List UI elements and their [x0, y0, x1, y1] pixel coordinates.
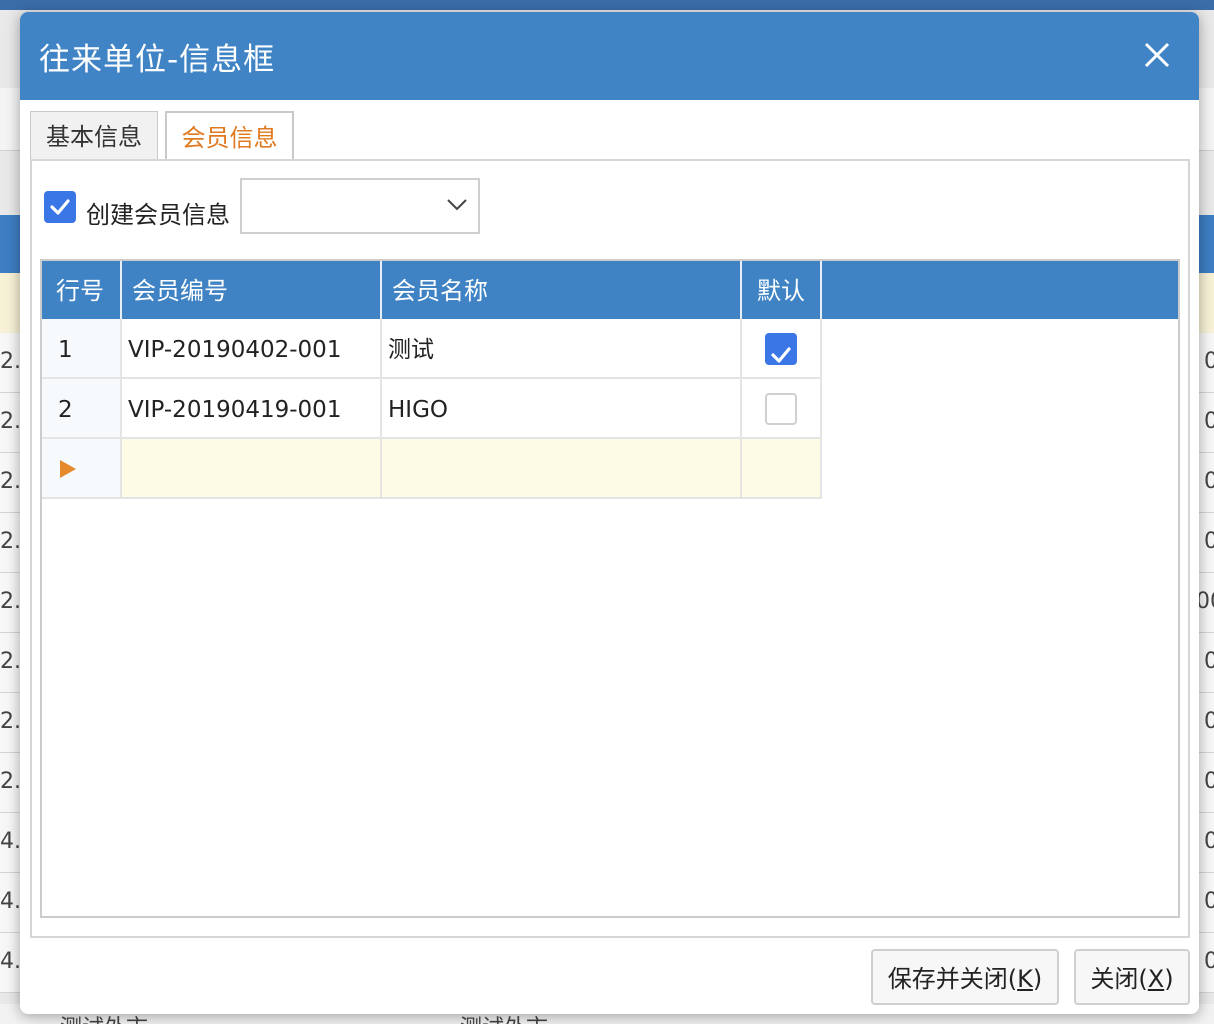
column-header-row-no[interactable]: 行号: [42, 261, 122, 319]
background-cell: 2.: [0, 469, 21, 494]
partner-info-dialog: 往来单位-信息框 基本信息 会员信息 创建会员信息 行号 会员编号 会员名称 默…: [20, 12, 1199, 1014]
member-no-cell[interactable]: [122, 439, 382, 499]
save-and-close-shortcut: K: [1017, 965, 1033, 993]
background-cell: 0: [1204, 529, 1214, 554]
background-cell: 4.: [0, 829, 21, 854]
background-cell: 2.: [0, 529, 21, 554]
member-grid: 行号 会员编号 会员名称 默认 1 VIP-20190402-001 测试 2 …: [40, 259, 1180, 918]
save-and-close-label-end: ): [1032, 965, 1043, 993]
create-member-label: 创建会员信息: [86, 201, 230, 229]
background-cell: 0: [1204, 649, 1214, 674]
table-row[interactable]: 2 VIP-20190419-001 HIGO: [42, 379, 822, 439]
new-row[interactable]: [42, 439, 822, 499]
member-info-panel: 创建会员信息 行号 会员编号 会员名称 默认 1 VIP-20190402-00…: [30, 159, 1190, 938]
member-no-cell[interactable]: VIP-20190402-001: [122, 319, 382, 379]
dialog-title: 往来单位-信息框: [39, 42, 276, 78]
close-label: 关闭(: [1090, 965, 1148, 993]
background-cell: 2.: [0, 589, 21, 614]
background-cell: 0: [1204, 769, 1214, 794]
column-header-member-name[interactable]: 会员名称: [382, 261, 742, 319]
default-cell: [742, 319, 822, 379]
background-cell: 2.: [0, 349, 21, 374]
grid-header: 行号 会员编号 会员名称 默认: [42, 261, 1178, 319]
background-cell: 0: [1204, 409, 1214, 434]
background-cell: 0: [1204, 709, 1214, 734]
background-cell: 2.: [0, 649, 21, 674]
row-number-cell: 1: [42, 319, 122, 379]
member-name-cell[interactable]: HIGO: [382, 379, 742, 439]
background-cell: 0: [1204, 949, 1214, 974]
save-and-close-button[interactable]: 保存并关闭(K): [871, 949, 1059, 1005]
background-cell: 0: [1204, 889, 1214, 914]
background-cell: 0: [1204, 349, 1214, 374]
default-checkbox[interactable]: [765, 333, 797, 365]
column-header-default[interactable]: 默认: [742, 261, 822, 319]
default-cell: [742, 379, 822, 439]
member-name-cell[interactable]: [382, 439, 742, 499]
background-cell: 0: [1204, 829, 1214, 854]
background-cell: 4.: [0, 889, 21, 914]
default-cell[interactable]: [742, 439, 822, 499]
close-icon[interactable]: [1140, 38, 1174, 72]
close-shortcut: X: [1147, 965, 1165, 993]
background-cell: 2.: [0, 409, 21, 434]
current-row-arrow-icon: [60, 460, 76, 478]
row-indicator-cell: [42, 439, 122, 499]
background-cell: 0: [1204, 469, 1214, 494]
member-type-select[interactable]: [240, 178, 480, 234]
background-cell: 2.: [0, 709, 21, 734]
default-checkbox[interactable]: [765, 393, 797, 425]
save-and-close-label: 保存并关闭(: [887, 965, 1018, 993]
checkmark-icon: [771, 347, 791, 363]
table-row[interactable]: 1 VIP-20190402-001 测试: [42, 319, 822, 379]
row-number-cell: 2: [42, 379, 122, 439]
column-header-member-no[interactable]: 会员编号: [122, 261, 382, 319]
close-button[interactable]: 关闭(X): [1074, 949, 1190, 1005]
create-member-checkbox[interactable]: [44, 191, 76, 223]
chevron-down-icon: [447, 199, 467, 211]
checkmark-icon: [50, 199, 70, 215]
close-label-end: ): [1164, 965, 1174, 993]
tab-basic-info[interactable]: 基本信息: [30, 111, 158, 160]
tab-member-info[interactable]: 会员信息: [165, 111, 294, 160]
background-cell: 2.: [0, 769, 21, 794]
member-no-cell[interactable]: VIP-20190419-001: [122, 379, 382, 439]
background-top-bar: [0, 0, 1214, 10]
background-cell: 4.: [0, 949, 21, 974]
dialog-header: 往来单位-信息框: [20, 12, 1199, 100]
member-name-cell[interactable]: 测试: [382, 319, 742, 379]
